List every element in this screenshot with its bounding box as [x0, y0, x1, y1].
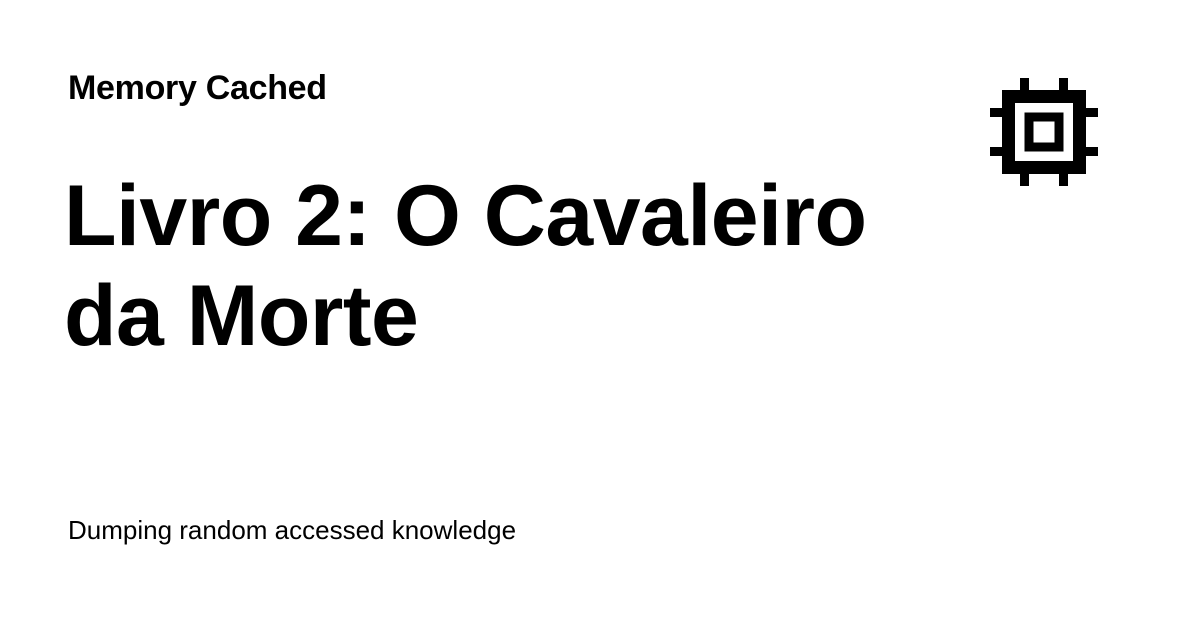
site-name: Memory Cached: [68, 69, 327, 107]
site-tagline: Dumping random accessed knowledge: [68, 515, 517, 545]
cpu-chip-icon: [990, 78, 1098, 186]
post-title: Livro 2: O Cavaleiro da Morte: [64, 168, 867, 364]
